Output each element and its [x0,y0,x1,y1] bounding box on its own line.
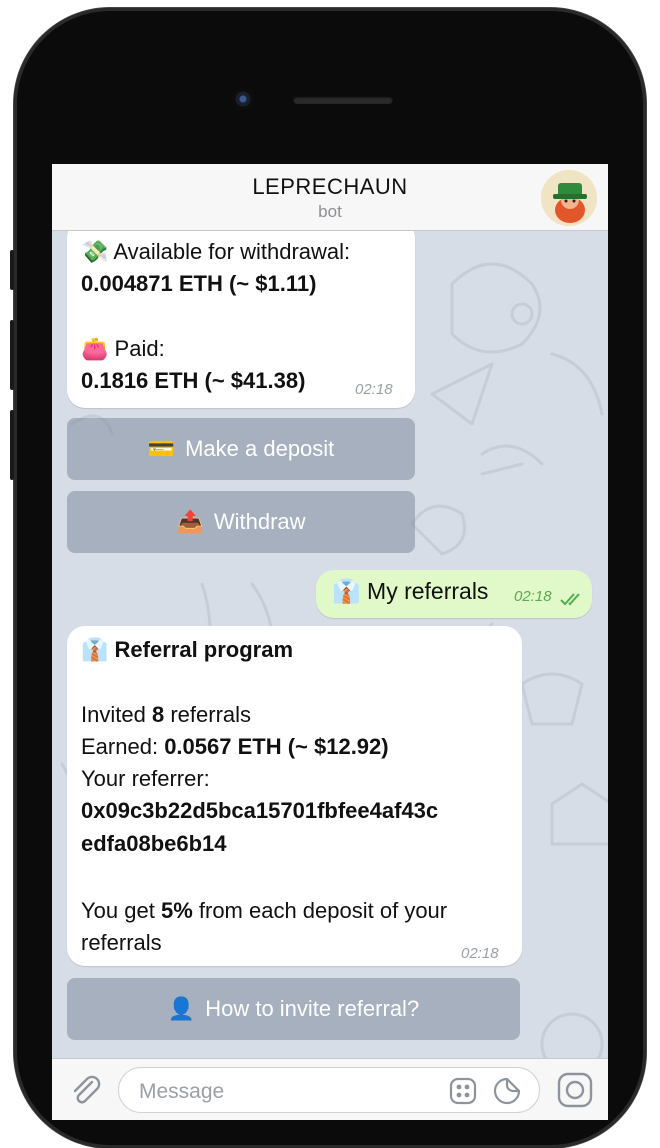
chat-header: LEPRECHAUN bot [52,164,608,231]
invited-pre: Invited [81,702,146,727]
paid-value: 0.1816 ETH (~ $41.38) [81,368,306,393]
referral-heading: Referral program [114,637,294,662]
camera-icon[interactable] [556,1071,594,1109]
referrer-address[interactable]: 0x09c3b22d5bca15701fbfee4af43c [81,795,438,827]
earned-line: Earned: 0.0567 ETH (~ $12.92) [81,731,389,763]
money-icon: 💸 [81,239,109,264]
make-deposit-button[interactable]: 💳 Make a deposit [67,418,415,480]
commission-line-2: referrals [81,930,162,955]
credit-card-icon: 💳 [147,436,176,461]
outgoing-message: 👔 My referrals 02:18 [316,570,592,618]
earned-value: 0.0567 ETH (~ $12.92) [164,734,389,759]
balance-message: 💸 Available for withdrawal: 0.004871 ETH… [67,220,415,408]
commission-line: You get 5% from each deposit of your [81,895,447,927]
how-to-invite-label: How to invite referral? [205,996,420,1021]
purse-icon: 👛 [81,336,109,361]
outgoing-text: My referrals [367,578,489,604]
chat-title: LEPRECHAUN [252,174,408,199]
necktie-icon: 👔 [332,578,361,604]
invited-post: referrals [170,702,252,727]
available-label: Available for withdrawal: [113,239,351,264]
attach-icon[interactable] [68,1073,102,1107]
necktie-icon: 👔 [81,637,109,662]
invited-count: 8 [151,702,165,727]
side-button [10,410,14,480]
bot-keyboard-icon[interactable] [449,1077,477,1105]
chat-screen: LEPRECHAUN bot 💸 Available for withdrawa… [52,164,608,1120]
message-input[interactable]: Message [118,1067,540,1113]
outbox-tray-icon: 📤 [176,509,204,534]
user-silhouette-icon: 👤 [167,996,196,1021]
make-deposit-label: Make a deposit [185,436,335,461]
referrer-label: Your referrer: [81,766,210,791]
withdraw-button[interactable]: 📤 Withdraw [67,491,415,553]
message-input-bar: Message [52,1058,608,1120]
referrer-address-cont[interactable]: edfa08be6b14 [81,828,227,860]
side-button [10,320,14,390]
commission-percent: 5% [160,898,193,923]
chat-subtitle: bot [318,202,342,221]
message-time: 02:18 [461,945,499,962]
referral-message: 👔 Referral program Invited 8 referrals E… [67,626,522,966]
withdraw-label: Withdraw [213,509,306,534]
available-value: 0.004871 ETH (~ $1.11) [81,271,317,296]
read-check-icon [560,593,580,606]
how-to-invite-button[interactable]: 👤 How to invite referral? [67,978,520,1040]
commission-pre: You get [81,898,155,923]
commission-post: from each deposit of your [198,898,448,923]
leprechaun-avatar-icon [541,170,597,226]
sticker-icon[interactable] [493,1077,521,1105]
message-time: 02:18 [355,381,393,398]
side-button [10,250,14,290]
message-placeholder: Message [139,1080,225,1103]
front-camera [232,88,254,110]
earned-label: Earned: [81,734,159,759]
earpiece-speaker [293,96,393,104]
outgoing-time: 02:18 [514,588,552,605]
paid-label: Paid: [114,336,165,361]
bot-avatar[interactable] [541,170,597,226]
invited-line: Invited 8 referrals [81,699,251,731]
